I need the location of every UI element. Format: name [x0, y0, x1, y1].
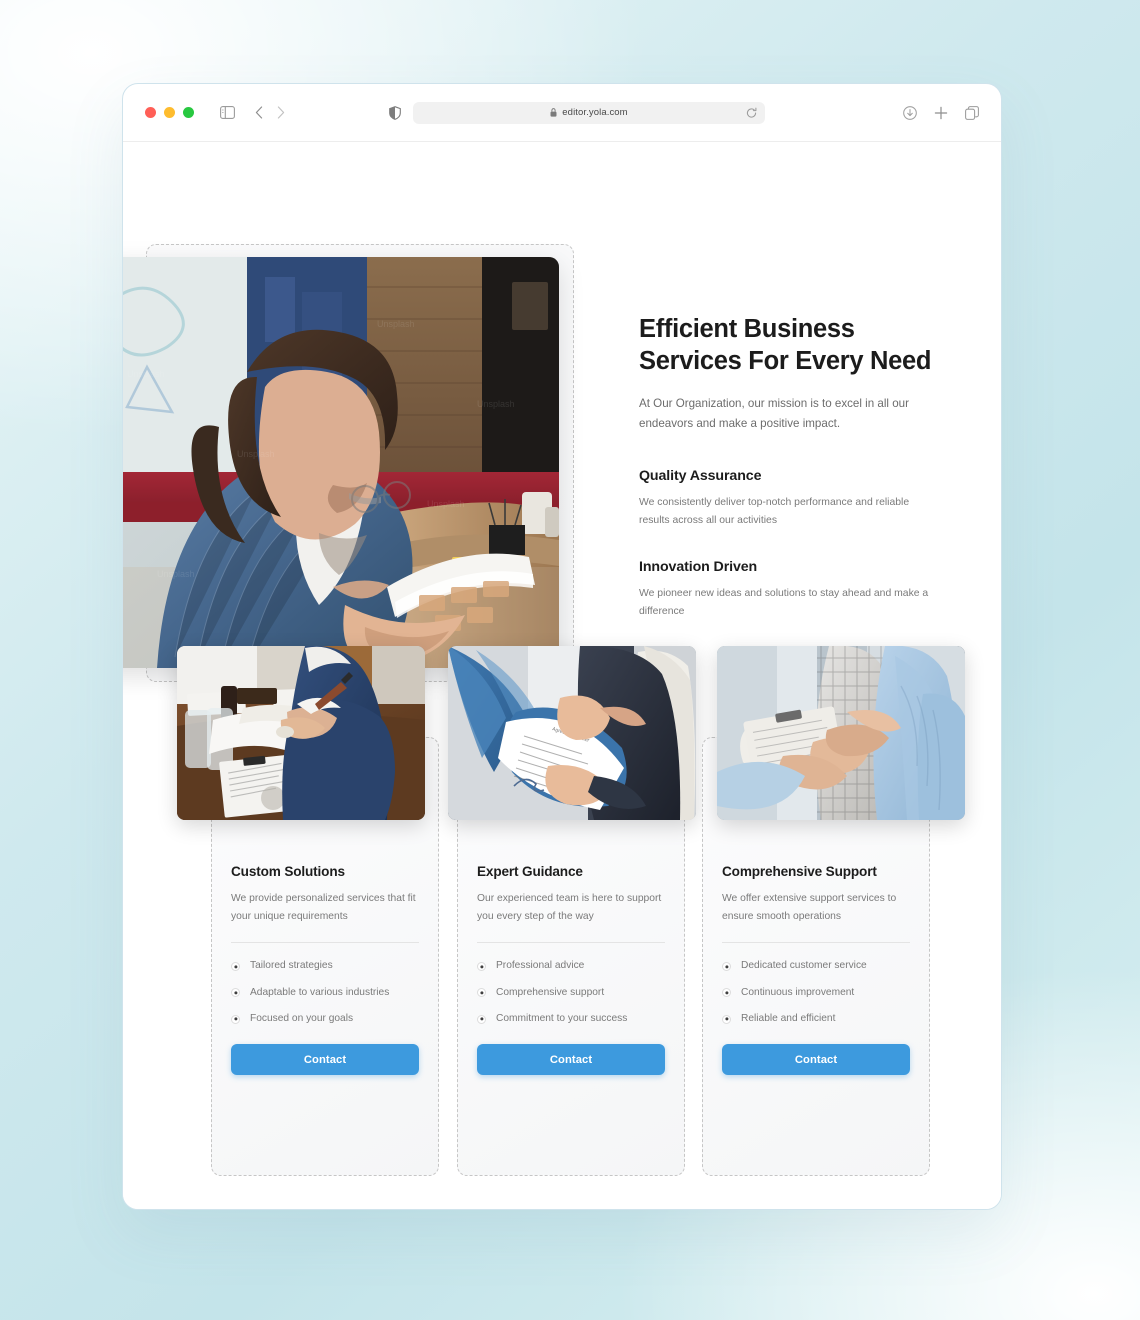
- maximize-window-button[interactable]: [183, 107, 194, 118]
- browser-window: editor.yola.com Unsplash Unsplash Unspla…: [122, 83, 1002, 1210]
- card-image-artwork: [717, 646, 965, 820]
- bullet-icon: [722, 962, 731, 972]
- svg-text:Unsplash: Unsplash: [427, 499, 465, 509]
- browser-toolbar: editor.yola.com: [123, 84, 1001, 142]
- card-title: Comprehensive Support: [722, 864, 877, 879]
- svg-text:Unsplash: Unsplash: [477, 399, 515, 409]
- reload-icon[interactable]: [746, 107, 757, 118]
- plus-icon[interactable]: [934, 106, 948, 120]
- list-item-label: Reliable and efficient: [741, 1012, 836, 1024]
- card-image[interactable]: [177, 646, 425, 820]
- shield-icon[interactable]: [389, 105, 401, 120]
- list-item: Continuous improvement: [722, 986, 910, 1000]
- bullet-icon: [722, 988, 731, 998]
- minimize-window-button[interactable]: [164, 107, 175, 118]
- list-item-label: Tailored strategies: [250, 960, 333, 972]
- list-item-label: Dedicated customer service: [741, 960, 867, 972]
- bullet-icon: [477, 1014, 486, 1024]
- feature-title: Innovation Driven: [639, 559, 758, 576]
- divider: [477, 942, 665, 944]
- feature-quality-assurance: Quality Assurance We consistently delive…: [639, 468, 939, 530]
- list-item-label: Continuous improvement: [741, 986, 855, 998]
- service-card-comprehensive-support[interactable]: Comprehensive Support We offer extensive…: [702, 646, 965, 1176]
- bullet-icon: [231, 962, 240, 972]
- list-item-label: Focused on your goals: [250, 1012, 354, 1024]
- address-bar-content: editor.yola.com: [550, 104, 628, 122]
- service-card-custom-solutions[interactable]: Custom Solutions We provide personalized…: [177, 646, 439, 1176]
- navigation-buttons: [255, 106, 285, 119]
- bullet-icon: [477, 962, 486, 972]
- window-controls: [145, 107, 194, 118]
- list-item: Professional advice: [477, 959, 665, 973]
- svg-text:Unsplash: Unsplash: [157, 569, 195, 579]
- list-item: Comprehensive support: [477, 986, 665, 1000]
- card-feature-list: Tailored strategies Adaptable to various…: [231, 959, 419, 1026]
- card-feature-list: Dedicated customer service Continuous im…: [722, 959, 910, 1026]
- card-image[interactable]: [717, 646, 965, 820]
- feature-title: Quality Assurance: [639, 468, 762, 485]
- hero-image[interactable]: Unsplash Unsplash Unsplash Unsplash Unsp…: [123, 257, 559, 668]
- list-item-label: Comprehensive support: [496, 986, 605, 998]
- address-bar-url: editor.yola.com: [562, 107, 628, 118]
- bullet-icon: [477, 988, 486, 998]
- card-image[interactable]: Agreement Letter: [448, 646, 696, 820]
- card-description: Our experienced team is here to support …: [477, 893, 662, 922]
- feature-description: We consistently deliver top-notch perfor…: [639, 497, 910, 527]
- svg-text:Unsplash: Unsplash: [237, 449, 275, 459]
- list-item-label: Professional advice: [496, 960, 585, 972]
- bullet-icon: [231, 1014, 240, 1024]
- divider: [231, 942, 419, 944]
- card-title: Custom Solutions: [231, 864, 345, 879]
- card-title: Expert Guidance: [477, 864, 583, 879]
- list-item-label: Commitment to your success: [496, 1012, 628, 1024]
- hero-subtitle: At Our Organization, our mission is to e…: [639, 396, 909, 431]
- bullet-icon: [231, 988, 240, 998]
- list-item-label: Adaptable to various industries: [250, 986, 390, 998]
- card-image-artwork: [177, 646, 425, 820]
- chevron-left-icon[interactable]: [255, 106, 263, 119]
- feature-description: We pioneer new ideas and solutions to st…: [639, 588, 929, 617]
- hero-image-artwork: Unsplash Unsplash Unsplash Unsplash Unsp…: [123, 257, 559, 668]
- tabs-icon[interactable]: [965, 105, 979, 120]
- card-image-artwork: Agreement Letter: [448, 646, 696, 820]
- list-item: Tailored strategies: [231, 959, 419, 973]
- page-title: Efficient Business Services For Every Ne…: [639, 315, 932, 375]
- contact-button[interactable]: Contact: [722, 1044, 910, 1076]
- feature-innovation-driven: Innovation Driven We pioneer new ideas a…: [639, 559, 939, 621]
- download-icon[interactable]: [903, 105, 917, 120]
- address-bar[interactable]: editor.yola.com: [413, 101, 765, 124]
- service-cards-row: Custom Solutions We provide personalized…: [123, 646, 1001, 1177]
- card-description: We offer extensive support services to e…: [722, 893, 897, 922]
- divider: [722, 942, 910, 944]
- card-description: We provide personalized services that fi…: [231, 893, 416, 922]
- service-card-expert-guidance[interactable]: Agreement Letter Expert Guidance Our exp…: [448, 646, 696, 1176]
- list-item: Commitment to your success: [477, 1012, 665, 1026]
- list-item: Dedicated customer service: [722, 959, 910, 973]
- contact-button[interactable]: Contact: [477, 1044, 665, 1076]
- toolbar-right-actions: [903, 105, 979, 120]
- hero-text-block: Efficient Business Services For Every Ne…: [639, 314, 939, 621]
- card-feature-list: Professional advice Comprehensive suppor…: [477, 959, 665, 1026]
- chevron-right-icon[interactable]: [277, 106, 285, 119]
- contact-button[interactable]: Contact: [231, 1044, 419, 1076]
- list-item: Adaptable to various industries: [231, 986, 419, 1000]
- lock-icon: [550, 104, 557, 122]
- bullet-icon: [722, 1014, 731, 1024]
- sidebar-icon[interactable]: [220, 106, 235, 119]
- svg-text:Unsplash: Unsplash: [127, 369, 165, 379]
- website-canvas: Unsplash Unsplash Unsplash Unsplash Unsp…: [123, 142, 1001, 1209]
- svg-text:Unsplash: Unsplash: [377, 319, 415, 329]
- close-window-button[interactable]: [145, 107, 156, 118]
- list-item: Reliable and efficient: [722, 1012, 910, 1026]
- list-item: Focused on your goals: [231, 1012, 419, 1026]
